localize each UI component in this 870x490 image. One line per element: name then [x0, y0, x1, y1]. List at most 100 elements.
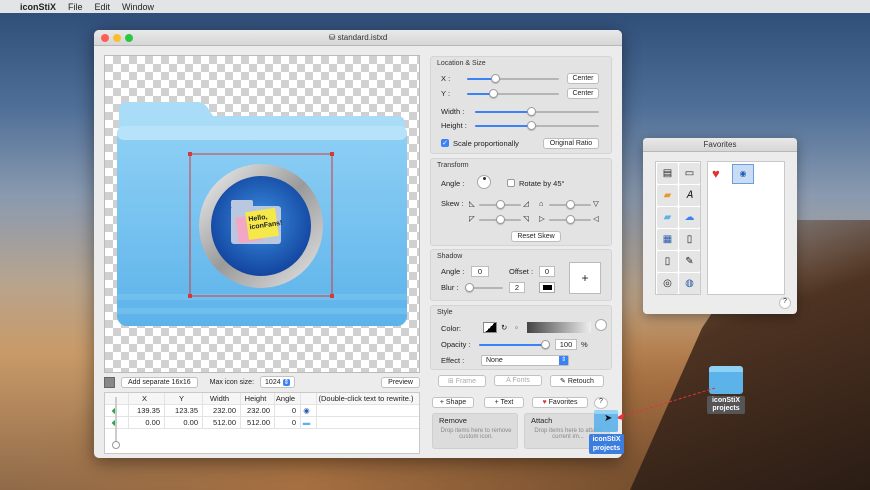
effect-value: None [486, 357, 503, 364]
menu-app-name[interactable]: iconStiX [20, 2, 56, 12]
cell-angle[interactable]: 0 [275, 405, 301, 416]
add-separate-button[interactable]: Add separate 16x16 [121, 376, 198, 388]
y-slider-knob[interactable] [488, 89, 498, 98]
skew-top-left-slider[interactable] [479, 200, 521, 209]
table-scroll-knob[interactable] [112, 441, 120, 449]
x-slider-knob[interactable] [490, 74, 500, 83]
reset-skew-button[interactable]: Reset Skew [511, 231, 561, 242]
table-row[interactable]: ◆ 139.35 123.35 232.00 232.00 0 ◉ [105, 405, 419, 417]
cell-x[interactable]: 139.35 [129, 405, 165, 416]
cell-y[interactable]: 123.35 [165, 405, 203, 416]
shadow-add-well[interactable]: + [569, 262, 601, 294]
skew-bottom-left-slider[interactable] [479, 215, 521, 224]
skew-knob[interactable] [496, 215, 505, 224]
width-slider[interactable] [475, 107, 599, 116]
shadow-blur-slider[interactable] [465, 283, 503, 292]
skew-right-icon: ◿ [523, 199, 529, 208]
icon-canvas[interactable]: Hello, iconFans! [104, 55, 420, 373]
fonts-button[interactable]: A Fonts [494, 375, 542, 386]
category-globe-icon[interactable]: ◍ [679, 273, 700, 294]
skew-knob[interactable] [566, 200, 575, 209]
shadow-color-well[interactable] [539, 282, 555, 293]
layer-table[interactable]: X Y Width Height Angle (Double-click tex… [104, 392, 420, 454]
shadow-blur-field[interactable]: 2 [509, 282, 525, 293]
category-folder-orange-icon[interactable]: ▰ [657, 185, 678, 206]
text-button[interactable]: + Text [484, 397, 524, 408]
favorite-selected-icon[interactable]: ◉ [732, 164, 754, 184]
category-cloud-icon[interactable]: ☁ [679, 207, 700, 228]
shape-button[interactable]: + Shape [432, 397, 474, 408]
menu-file[interactable]: File [68, 2, 83, 12]
skew-knob[interactable] [566, 215, 575, 224]
cell-width[interactable]: 232.00 [203, 405, 241, 416]
layer-visible-icon[interactable]: ◆ [105, 417, 129, 428]
menu-window[interactable]: Window [122, 2, 154, 12]
effect-select[interactable]: None ⇕ [481, 355, 569, 366]
cell-width[interactable]: 512.00 [203, 417, 241, 428]
width-slider-knob[interactable] [526, 107, 536, 116]
remove-drop-area[interactable]: Remove Drop items here to remove custom … [432, 413, 518, 449]
category-tools-icon[interactable]: ✎ [679, 251, 700, 272]
favorites-button[interactable]: ♥ Favorites [532, 397, 588, 408]
frame-button[interactable]: ⊞ Frame [438, 375, 486, 387]
gradient-angle-dial[interactable] [595, 319, 607, 331]
height-slider-knob[interactable] [526, 121, 536, 130]
color-well[interactable] [483, 322, 497, 333]
drag-arrow [616, 387, 716, 420]
favorites-help-button[interactable]: ? [779, 297, 791, 309]
table-row[interactable]: ◆ 0.00 0.00 512.00 512.00 0 ▬ [105, 417, 419, 429]
y-center-button[interactable]: Center [567, 88, 599, 99]
opacity-slider[interactable] [479, 340, 550, 349]
x-center-button[interactable]: Center [567, 73, 599, 84]
close-button[interactable] [101, 34, 109, 42]
cell-angle[interactable]: 0 [275, 417, 301, 428]
scale-proportionally-checkbox[interactable]: ✓ [441, 139, 449, 147]
favorite-heart-icon[interactable]: ♥ [712, 166, 720, 181]
category-server-icon[interactable]: ▦ [657, 229, 678, 250]
rotate-45-checkbox[interactable] [507, 179, 515, 187]
height-slider[interactable] [475, 121, 599, 130]
shadow-blur-knob[interactable] [465, 283, 474, 292]
zoom-button[interactable] [125, 34, 133, 42]
category-disk-icon[interactable]: ▭ [679, 163, 700, 184]
help-button[interactable]: ? [594, 397, 608, 409]
color-reset-icon[interactable]: ↻ [501, 323, 507, 332]
opacity-slider-knob[interactable] [541, 340, 550, 349]
favorites-category-grid[interactable]: ▤ ▭ ▰ 𝐴 ▰ ☁ ▦ ▯ ▯ ✎ ◎ ◍ [655, 161, 701, 295]
category-folder-blue-icon[interactable]: ▰ [657, 207, 678, 228]
preview-button[interactable]: Preview [381, 376, 420, 388]
cell-y[interactable]: 0.00 [165, 417, 203, 428]
cell-text[interactable] [317, 417, 419, 428]
transform-title: Transform [437, 162, 469, 169]
category-cd-icon[interactable]: ◎ [657, 273, 678, 294]
retouch-button[interactable]: ✎ Retouch [550, 375, 604, 387]
max-icon-size-label: Max icon size: [209, 378, 255, 386]
category-document-icon[interactable]: ▯ [679, 229, 700, 250]
favorites-items-area[interactable]: ♥ ◉ [707, 161, 785, 295]
original-ratio-button[interactable]: Original Ratio [543, 138, 599, 149]
layer-color-swatch[interactable] [104, 376, 115, 388]
cell-height[interactable]: 512.00 [241, 417, 275, 428]
skew-bottom-right-slider[interactable] [549, 215, 591, 224]
skew-knob[interactable] [496, 200, 505, 209]
x-slider[interactable] [467, 74, 559, 83]
max-icon-size-select[interactable]: 1024 ⇕ [260, 376, 296, 388]
cell-height[interactable]: 232.00 [241, 405, 275, 416]
opacity-field[interactable]: 100 [555, 339, 577, 350]
color-gradient-bar[interactable] [527, 322, 591, 333]
shadow-offset-field[interactable]: 0 [539, 266, 555, 277]
category-blank-doc-icon[interactable]: ▯ [657, 251, 678, 272]
category-font-icon[interactable]: 𝐴 [679, 185, 700, 206]
cell-text[interactable] [317, 405, 419, 416]
layer-visible-icon[interactable]: ◆ [105, 405, 129, 416]
minimize-button[interactable] [113, 34, 121, 42]
shadow-angle-field[interactable]: 0 [471, 266, 489, 277]
skew-play-icon: ▷ [539, 214, 545, 223]
y-slider[interactable] [467, 89, 559, 98]
category-hdd-icon[interactable]: ▤ [657, 163, 678, 184]
table-scroll-slider[interactable] [112, 397, 120, 449]
angle-dial[interactable] [477, 175, 491, 189]
cell-x[interactable]: 0.00 [129, 417, 165, 428]
menu-edit[interactable]: Edit [95, 2, 111, 12]
skew-top-right-slider[interactable] [549, 200, 591, 209]
